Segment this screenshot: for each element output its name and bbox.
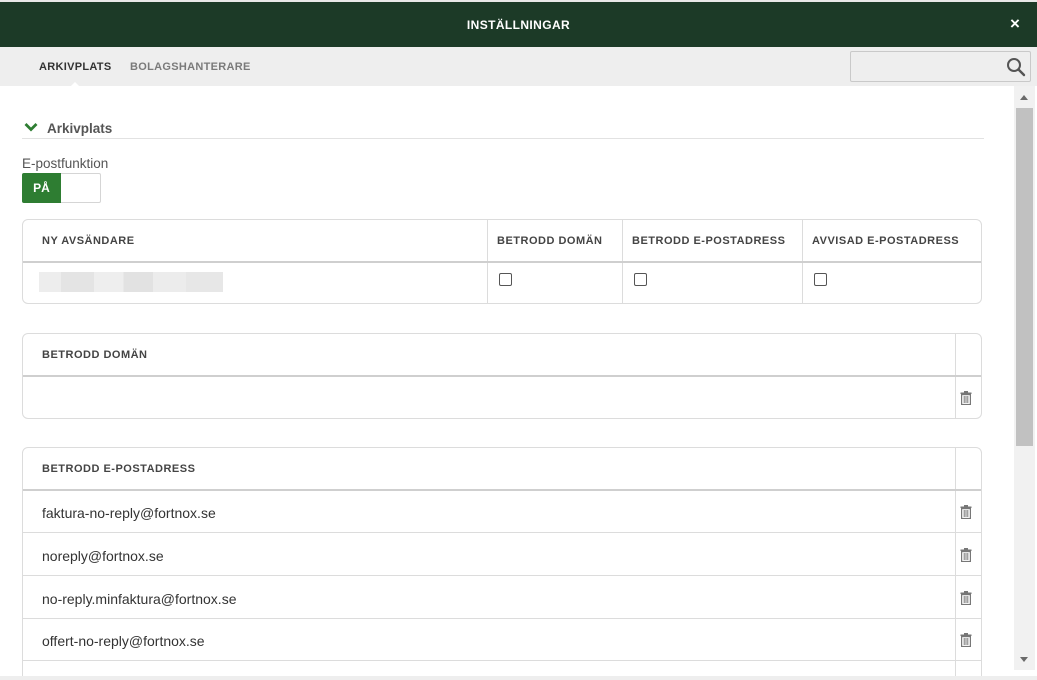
- table-row: offert-no-reply@fortnox.se: [42, 633, 205, 649]
- trash-icon[interactable]: [960, 391, 972, 405]
- scrollbar-thumb[interactable]: [1016, 108, 1033, 446]
- column-header-sender: NY AVSÄNDARE: [42, 235, 135, 247]
- email-function-label: E-postfunktion: [22, 156, 109, 171]
- sender-address-redacted: [39, 272, 223, 292]
- tab-bolagshanterare[interactable]: BOLAGSHANTERARE: [130, 61, 251, 73]
- trusted-domain-checkbox[interactable]: [499, 273, 512, 286]
- table-row: no-reply.minfaktura@fortnox.se: [42, 591, 237, 607]
- settings-content: Arkivplats E-postfunktion PÅ NY AVSÄNDAR…: [0, 86, 1013, 676]
- close-icon[interactable]: ×: [1007, 15, 1023, 32]
- column-header-trusted-email: BETRODD E-POSTADRESS: [632, 235, 786, 247]
- trash-icon[interactable]: [960, 505, 972, 519]
- scroll-down-icon[interactable]: [1020, 657, 1028, 662]
- rejected-email-checkbox[interactable]: [814, 273, 827, 286]
- section-title: Arkivplats: [47, 121, 113, 136]
- trusted-domain-table: BETRODD DOMÄN: [22, 333, 982, 419]
- chevron-down-icon[interactable]: [24, 122, 38, 132]
- toggle-on-label: PÅ: [22, 173, 61, 203]
- trusted-email-header: BETRODD E-POSTADRESS: [42, 463, 196, 475]
- dialog-titlebar: INSTÄLLNINGAR ×: [0, 0, 1037, 47]
- column-header-trusted-domain: BETRODD DOMÄN: [497, 235, 603, 247]
- column-header-rejected-email: AVVISAD E-POSTADRESS: [812, 235, 960, 247]
- dialog-title: INSTÄLLNINGAR: [466, 18, 571, 32]
- section-header[interactable]: Arkivplats: [22, 120, 984, 139]
- trusted-domain-header: BETRODD DOMÄN: [42, 349, 148, 361]
- trash-icon[interactable]: [960, 548, 972, 562]
- vertical-scrollbar[interactable]: [1014, 86, 1035, 670]
- trusted-email-checkbox[interactable]: [634, 273, 647, 286]
- search-box: [850, 51, 1031, 82]
- search-input[interactable]: [851, 52, 1001, 81]
- tab-bar: ARKIVPLATS BOLAGSHANTERARE: [0, 47, 1037, 88]
- table-row: faktura-no-reply@fortnox.se: [42, 505, 216, 521]
- table-row: noreply@fortnox.se: [42, 548, 164, 564]
- trusted-email-table: BETRODD E-POSTADRESS faktura-no-reply@fo…: [22, 447, 982, 676]
- trash-icon[interactable]: [960, 633, 972, 647]
- trash-icon[interactable]: [960, 591, 972, 605]
- tab-arkivplats[interactable]: ARKIVPLATS: [39, 61, 111, 88]
- scroll-up-icon[interactable]: [1020, 95, 1028, 100]
- email-function-toggle[interactable]: PÅ: [22, 173, 101, 203]
- new-sender-table: NY AVSÄNDARE BETRODD DOMÄN BETRODD E-POS…: [22, 219, 982, 304]
- search-icon[interactable]: [1006, 57, 1026, 77]
- dialog-bottom-edge: [0, 676, 1037, 680]
